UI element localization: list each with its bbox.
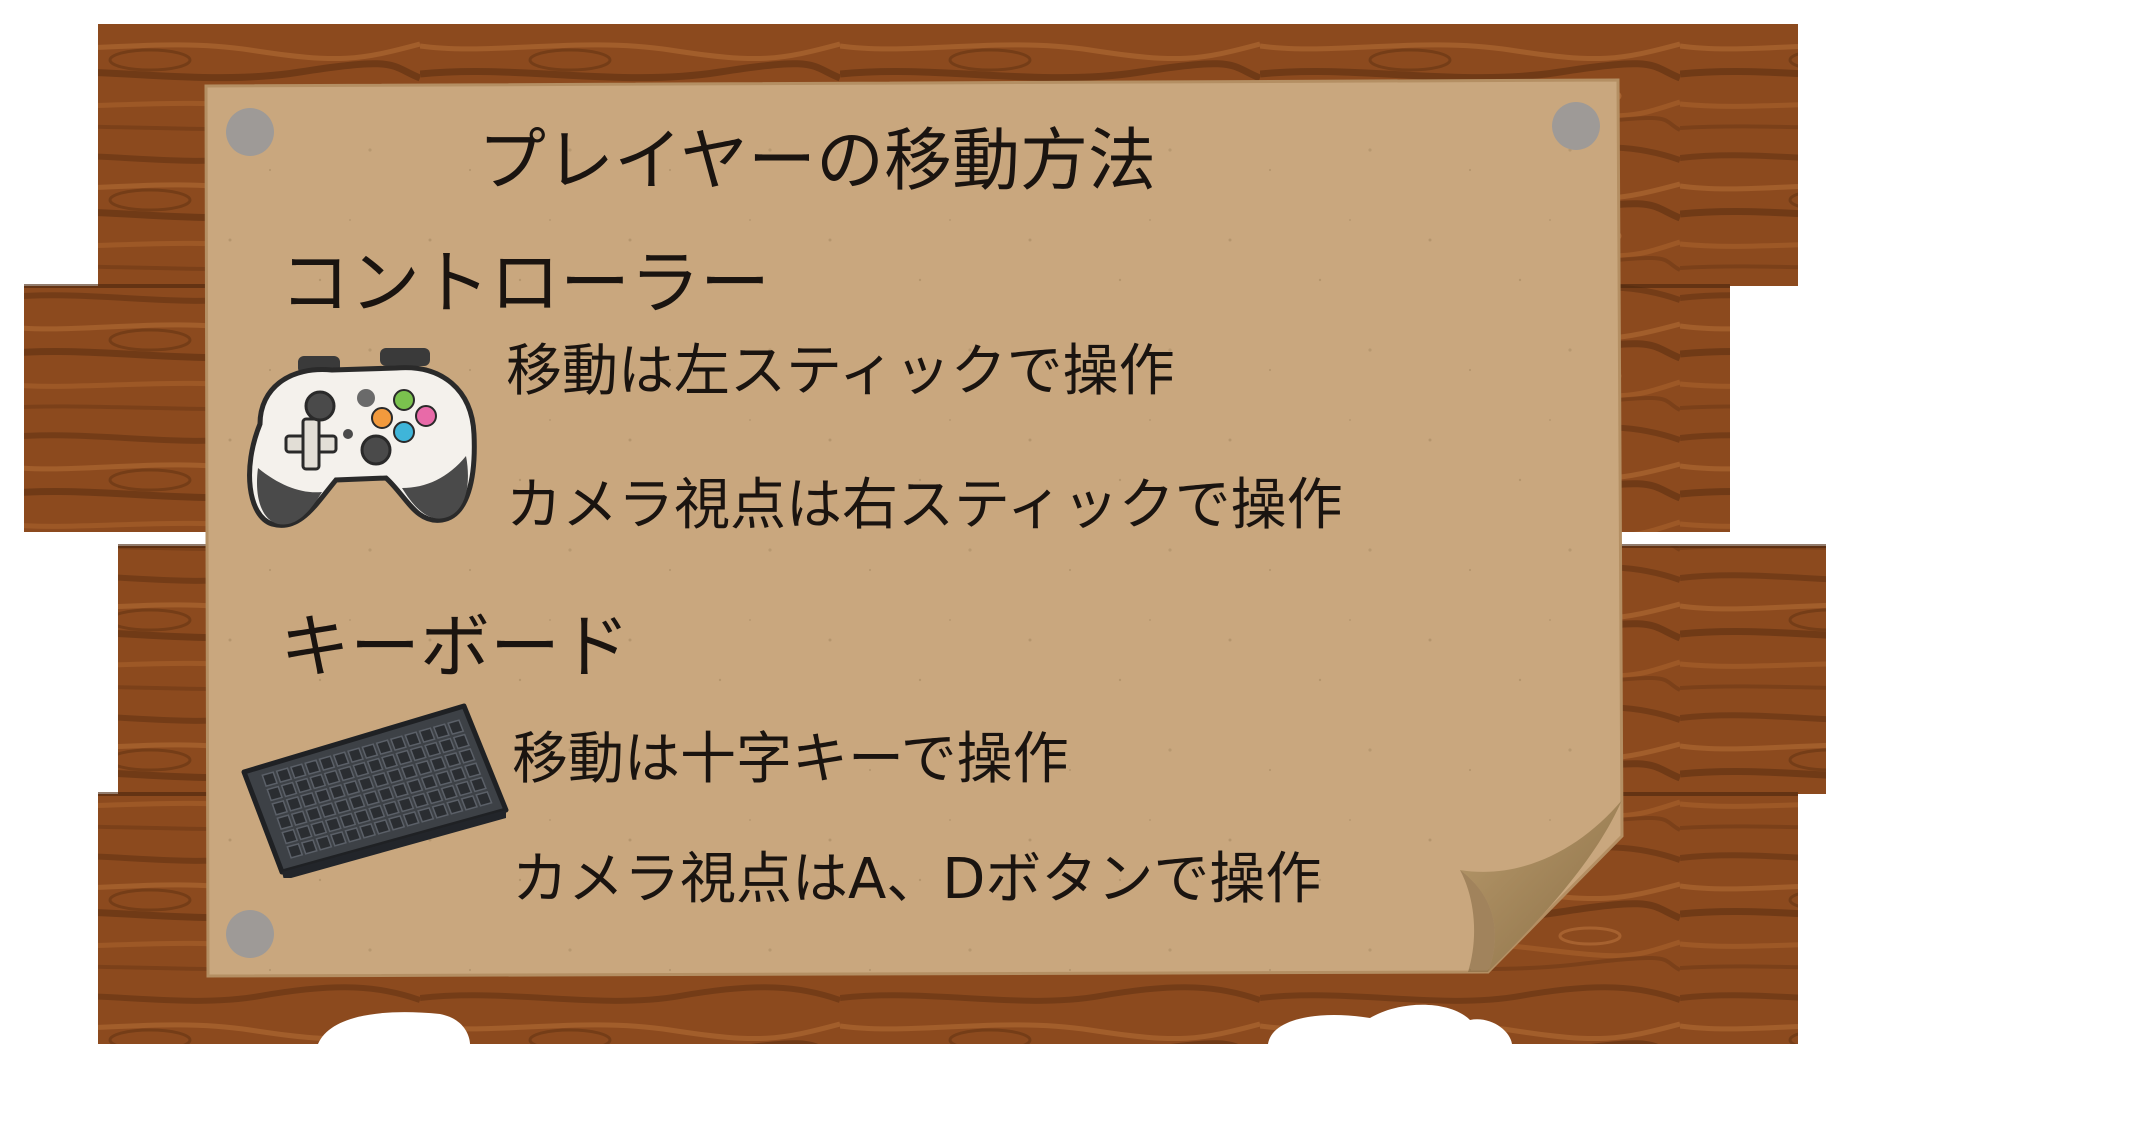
instruction-keyboard-camera: カメラ視点はA、Dボタンで操作 [512, 847, 1322, 912]
keyboard-icon [241, 703, 509, 878]
instruction-keyboard-move: 移動は十字キーで操作 [512, 727, 1069, 792]
instruction-controller-move: 移動は左スティックで操作 [506, 339, 1175, 404]
instruction-board: プレイヤーの移動方法 コントローラー 移動は左スティックで操作 カメラ視点は右ス… [0, 0, 2136, 1122]
section-heading-controller: コントローラー [280, 242, 770, 324]
pin-top-right [1552, 102, 1600, 150]
pin-bottom-left [226, 910, 274, 958]
gamepad-icon [247, 348, 477, 528]
board-title: プレイヤーの移動方法 [478, 122, 1156, 201]
instruction-controller-camera: カメラ視点は右スティックで操作 [506, 473, 1343, 538]
pin-top-left [226, 108, 274, 156]
section-heading-keyboard: キーボード [280, 606, 630, 688]
